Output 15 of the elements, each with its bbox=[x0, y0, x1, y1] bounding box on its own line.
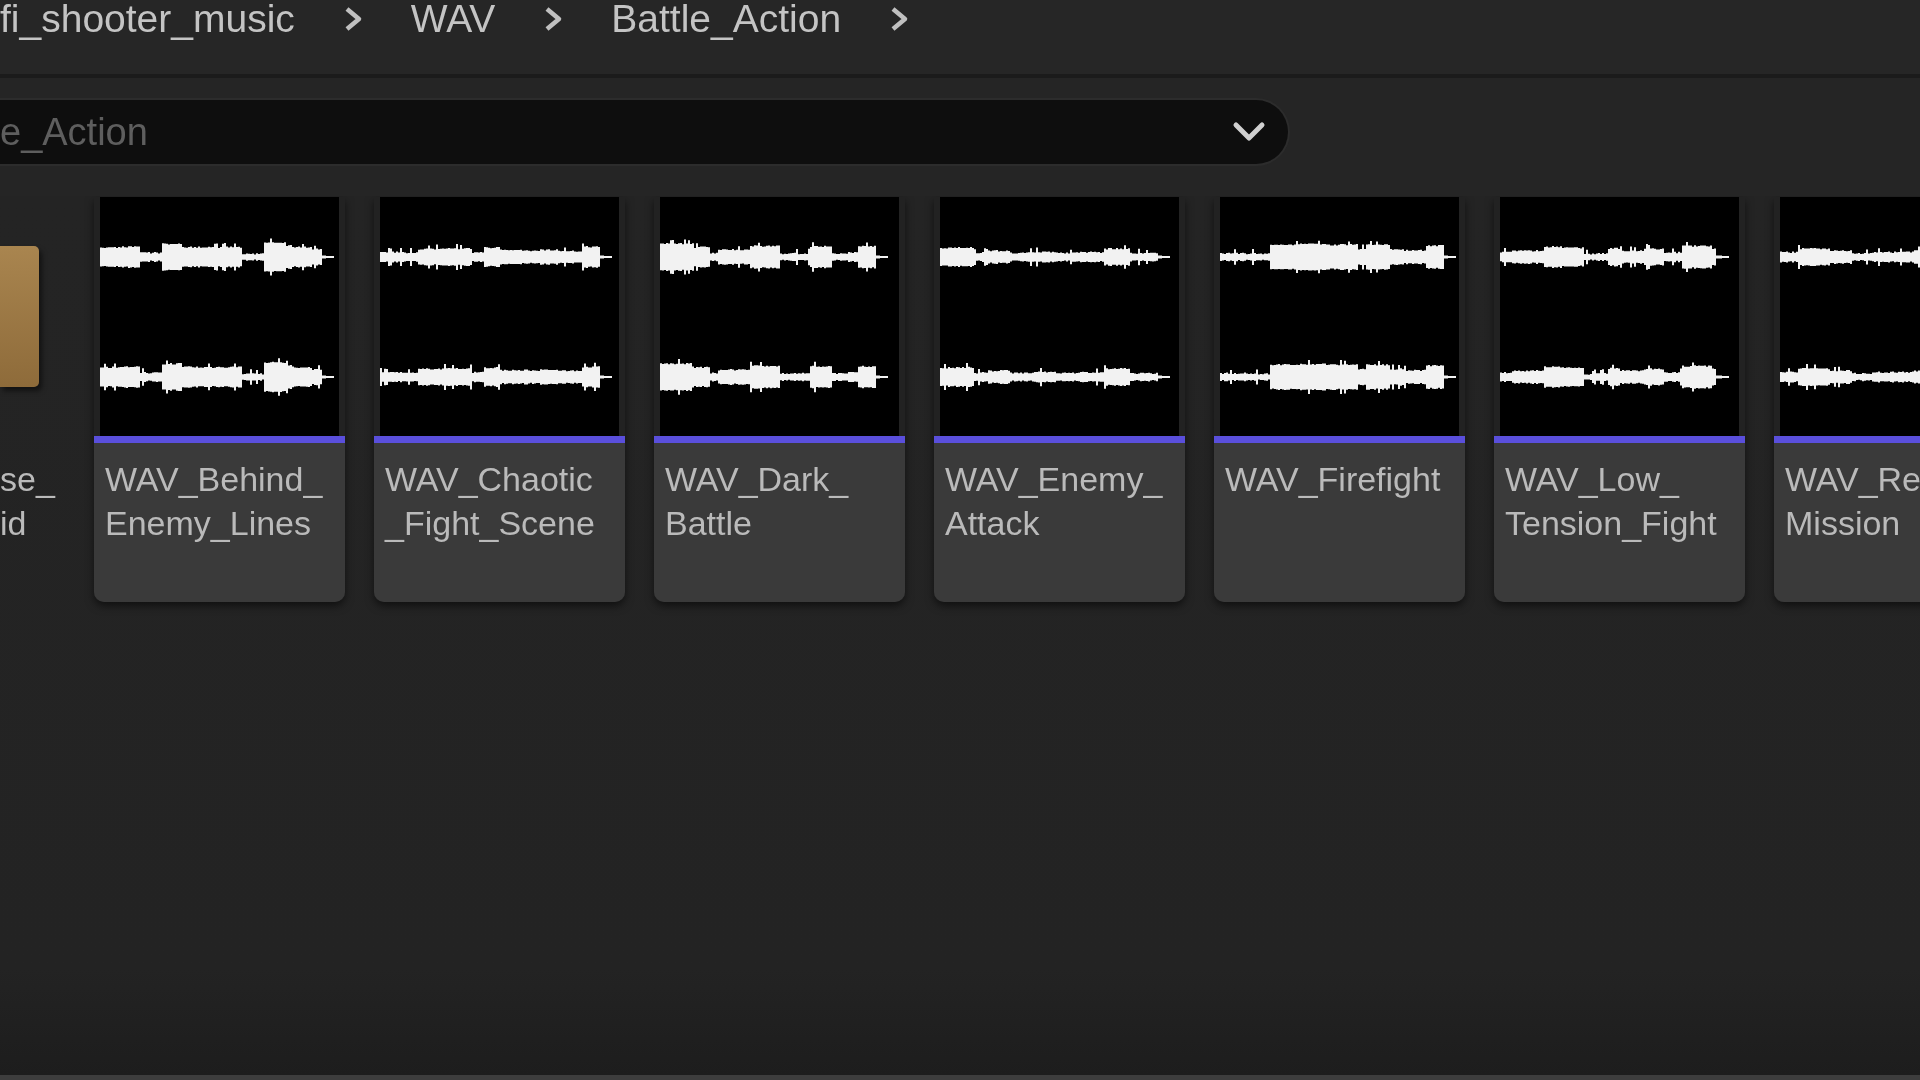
breadcrumb-link[interactable]: Battle_Action bbox=[611, 0, 842, 38]
breadcrumb-link[interactable]: WAV bbox=[410, 0, 496, 38]
asset-name: WAV_Enemy_ Attack bbox=[945, 459, 1164, 544]
chevron-right-icon[interactable] bbox=[889, 5, 910, 33]
asset-name: WAV_Re Mission bbox=[1785, 459, 1920, 544]
asset-name: WAV_Firefight bbox=[1225, 459, 1442, 500]
search-field[interactable]: e_Action bbox=[0, 98, 1290, 166]
asset-name: WAV_Chaotic _Fight_Scene bbox=[385, 459, 596, 544]
asset-name: WAV_Low_ Tension_Fight bbox=[1505, 459, 1718, 544]
folder-name: se_ id bbox=[0, 459, 57, 544]
asset-name: WAV_Behind_ Enemy_Lines bbox=[105, 459, 324, 544]
breadcrumb-link[interactable]: fi_shooter_music bbox=[0, 0, 295, 38]
asset-name: WAV_Dark_ Battle bbox=[665, 459, 850, 544]
chevron-right-icon[interactable] bbox=[543, 5, 564, 33]
chevron-down-icon[interactable] bbox=[1232, 121, 1266, 143]
